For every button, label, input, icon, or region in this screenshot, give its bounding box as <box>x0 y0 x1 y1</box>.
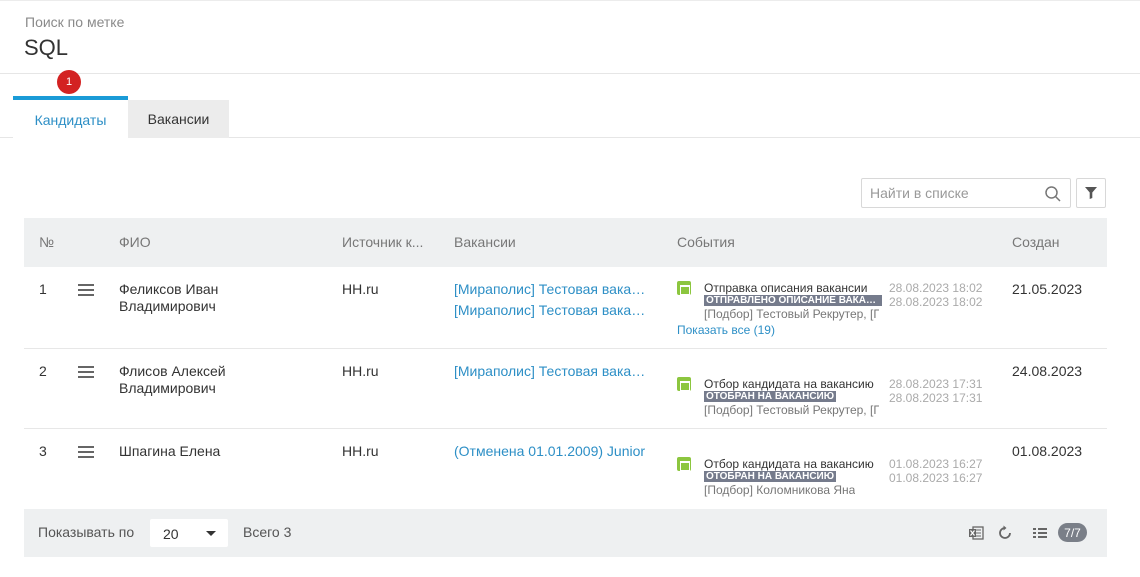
filter-icon <box>1085 187 1097 199</box>
event-date: 01.08.2023 16:27 <box>889 457 983 471</box>
created-date: 24.08.2023 <box>1012 363 1083 379</box>
col-created[interactable]: Создан <box>1012 234 1060 250</box>
calendar-icon <box>677 377 691 391</box>
calendar-icon <box>677 457 691 471</box>
calendar-icon <box>677 281 691 295</box>
event-date: 01.08.2023 16:27 <box>889 471 983 485</box>
vacancy-link[interactable]: [Мираполис] Тестовая вакансия <box>454 281 646 297</box>
event-author: [Подбор] Тестовый Рекрутер, [Подбор] <box>704 403 879 417</box>
event-date: 28.08.2023 18:02 <box>889 281 983 295</box>
candidates-table: № ФИО Источник к... Вакансии События Соз… <box>24 218 1107 508</box>
event-status-badge: ОТПРАВЛЕНО ОПИСАНИЕ ВАКАНСИИ <box>704 295 882 306</box>
row-menu-icon[interactable] <box>78 283 94 297</box>
col-source[interactable]: Источник к... <box>342 234 423 250</box>
page-size-select[interactable]: 20 <box>150 519 228 547</box>
event-author: [Подбор] Тестовый Рекрутер, [Подбор] <box>704 307 879 321</box>
row-number: 3 <box>39 443 47 459</box>
tab-candidates-badge: 1 <box>57 70 81 94</box>
event-date: 28.08.2023 17:31 <box>889 391 983 405</box>
row-menu-icon[interactable] <box>78 365 94 379</box>
event-title: Отбор кандидата на вакансию <box>704 377 874 391</box>
event-date: 28.08.2023 18:02 <box>889 295 983 309</box>
page-subtitle: Поиск по метке <box>25 14 125 30</box>
refresh-icon[interactable] <box>997 525 1013 541</box>
event-item[interactable]: Отбор кандидата на вакансию ОТОБРАН НА В… <box>677 377 987 417</box>
candidate-source: HH.ru <box>342 443 379 459</box>
tab-bar: Кандидаты Вакансии <box>0 96 1140 139</box>
total-count: Всего 3 <box>243 524 292 540</box>
event-item[interactable]: Отбор кандидата на вакансию ОТОБРАН НА В… <box>677 457 987 497</box>
page-title: SQL <box>24 35 69 60</box>
candidate-name[interactable]: Шпагина Елена <box>119 443 319 460</box>
search-input[interactable] <box>862 179 1037 207</box>
col-fio[interactable]: ФИО <box>119 234 151 250</box>
event-status-badge: ОТОБРАН НА ВАКАНСИЮ <box>704 471 837 482</box>
vacancy-link[interactable]: [Мираполис] Тестовая вакансия <box>454 302 646 318</box>
table-row[interactable]: 2 Флисов Алексей Владимирович HH.ru [Мир… <box>24 349 1107 429</box>
tab-vacancies[interactable]: Вакансии <box>128 100 229 138</box>
candidate-name[interactable]: Феликсов Иван Владимирович <box>119 281 319 315</box>
tab-candidates[interactable]: Кандидаты <box>13 96 128 139</box>
filter-button[interactable] <box>1076 178 1106 208</box>
vacancy-link[interactable]: [Мираполис] Тестовая вакансия <box>454 363 646 379</box>
columns-count-badge[interactable]: 7/7 <box>1058 523 1087 542</box>
page-size-label: Показывать по <box>38 524 135 540</box>
page-header: Поиск по метке SQL <box>0 0 1140 74</box>
event-author: [Подбор] Коломникова Яна <box>704 483 856 497</box>
chevron-down-icon <box>206 531 216 536</box>
row-number: 1 <box>39 281 47 297</box>
event-title: Отправка описания вакансии <box>704 281 868 295</box>
col-number[interactable]: № <box>39 234 54 250</box>
columns-settings-icon[interactable] <box>1032 525 1048 541</box>
table-row[interactable]: 1 Феликсов Иван Владимирович HH.ru [Мира… <box>24 267 1107 349</box>
table-footer: Показывать по 20 Всего 3 7/7 <box>24 509 1107 557</box>
candidate-name[interactable]: Флисов Алексей Владимирович <box>119 363 319 397</box>
table-row[interactable]: 3 Шпагина Елена HH.ru (Отменена 01.01.20… <box>24 429 1107 508</box>
list-search <box>861 178 1071 208</box>
col-events[interactable]: События <box>677 234 735 250</box>
candidate-source: HH.ru <box>342 281 379 297</box>
created-date: 01.08.2023 <box>1012 443 1083 459</box>
created-date: 21.05.2023 <box>1012 281 1083 297</box>
candidate-source: HH.ru <box>342 363 379 379</box>
search-icon[interactable] <box>1044 185 1062 203</box>
event-item[interactable]: Отправка описания вакансии ОТПРАВЛЕНО ОП… <box>677 281 987 321</box>
row-menu-icon[interactable] <box>78 445 94 459</box>
show-all-events-link[interactable]: Показать все (19) <box>677 323 775 337</box>
row-number: 2 <box>39 363 47 379</box>
col-vacancies[interactable]: Вакансии <box>454 234 516 250</box>
table-header: № ФИО Источник к... Вакансии События Соз… <box>24 218 1107 267</box>
page-size-value: 20 <box>163 526 179 542</box>
event-status-badge: ОТОБРАН НА ВАКАНСИЮ <box>704 391 837 402</box>
event-title: Отбор кандидата на вакансию <box>704 457 874 471</box>
event-date: 28.08.2023 17:31 <box>889 377 983 391</box>
vacancy-link[interactable]: (Отменена 01.01.2009) Junior <box>454 443 646 459</box>
excel-export-icon[interactable] <box>968 525 984 541</box>
